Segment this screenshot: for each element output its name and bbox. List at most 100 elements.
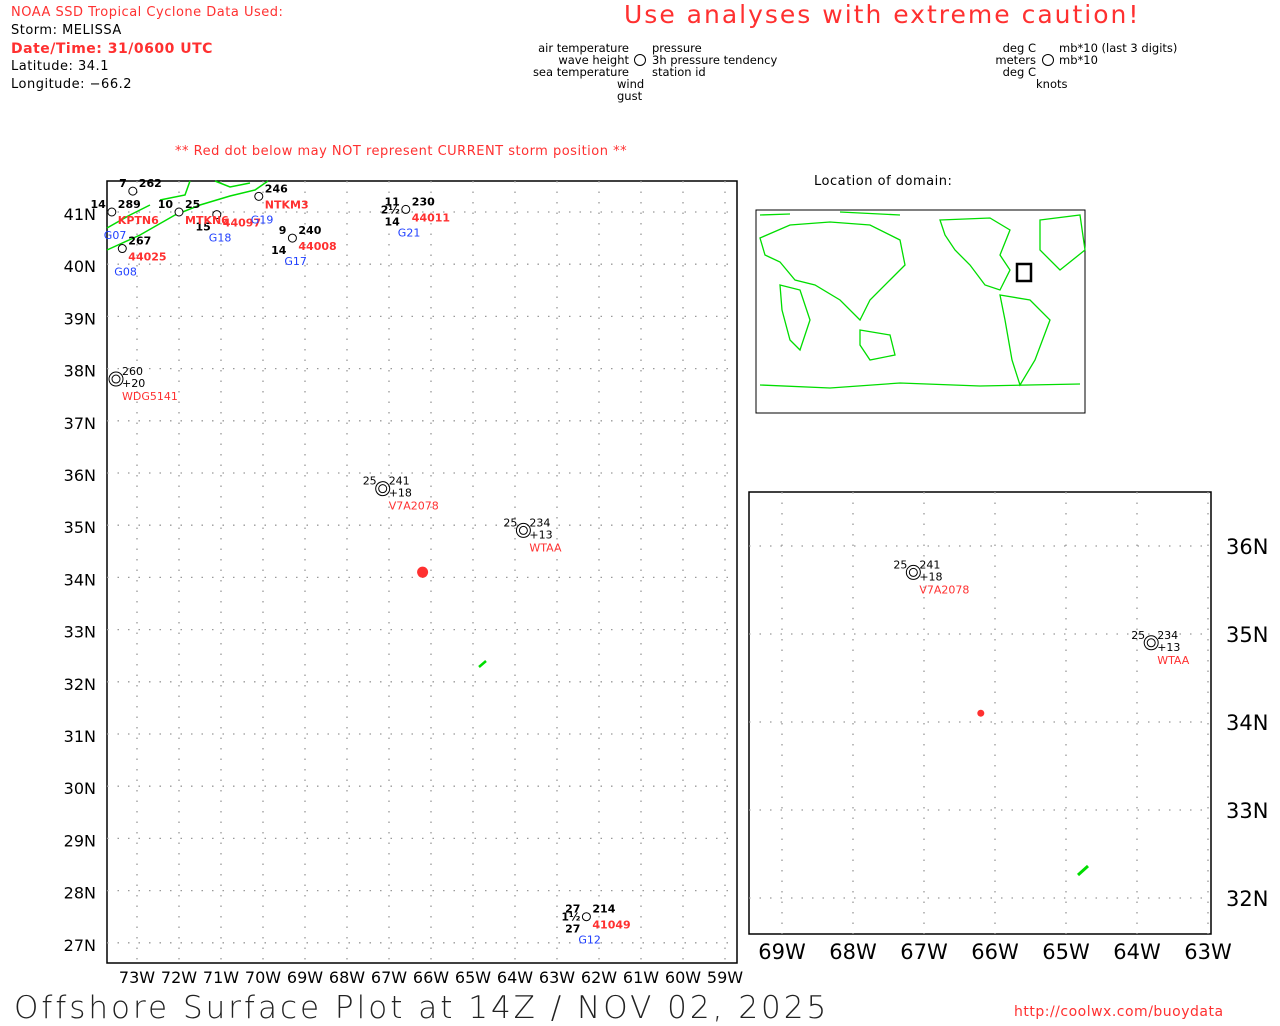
- lat-tick-label: 40N: [64, 257, 96, 276]
- pressure: 289: [118, 198, 141, 211]
- air-temperature: 25: [503, 516, 517, 529]
- pressure-tendency: +13: [1157, 641, 1180, 654]
- lat-tick-label: 31N: [64, 727, 96, 746]
- lon-tick-label: 68W: [329, 968, 365, 987]
- air-temperature: 25: [363, 475, 377, 488]
- lat-tick-label: 32N: [64, 675, 96, 694]
- station-id: V7A2078: [919, 583, 969, 596]
- lon-tick-label: 62W: [581, 968, 617, 987]
- station-id: MTKN6: [185, 214, 229, 227]
- station-id: WDG5141: [122, 390, 178, 403]
- lat-tick-label: 39N: [64, 309, 96, 328]
- lat-tick-label: 27N: [64, 936, 96, 955]
- lon-tick-label: 59W: [707, 968, 743, 987]
- pressure-tendency: +18: [919, 570, 942, 583]
- lat-tick-label: 35N: [64, 518, 96, 537]
- lon-tick-label: 70W: [245, 968, 281, 987]
- pressure: 25: [185, 198, 200, 211]
- pressure: 267: [128, 235, 151, 248]
- station-id: 44025: [128, 251, 166, 264]
- station-id: WTAA: [529, 541, 562, 554]
- pressure: 214: [592, 903, 615, 916]
- air-temperature: 14: [90, 198, 106, 211]
- storm-position-dot: [977, 709, 985, 717]
- buoy-id: G17: [284, 255, 307, 268]
- lon-tick-label: 67W: [900, 940, 948, 964]
- lon-tick-label: 67W: [371, 968, 407, 987]
- air-temperature: 7: [119, 177, 127, 190]
- lat-tick-label: 36N: [64, 466, 96, 485]
- lat-tick-label: 33N: [1226, 799, 1268, 823]
- lat-tick-label: 36N: [1226, 535, 1268, 559]
- lon-tick-label: 66W: [413, 968, 449, 987]
- buoy-id: G08: [114, 266, 137, 279]
- lon-tick-label: 68W: [829, 940, 877, 964]
- lon-tick-label: 65W: [1042, 940, 1090, 964]
- station-circle-icon: [111, 374, 121, 384]
- station-circle-icon: [378, 484, 388, 494]
- lat-tick-label: 38N: [64, 362, 96, 381]
- lon-tick-label: 65W: [455, 968, 491, 987]
- station-circle-icon: [1146, 638, 1156, 648]
- buoy-id: G19: [251, 213, 274, 226]
- main-map: 41N40N39N38N37N36N35N34N33N32N31N30N29N2…: [64, 177, 744, 987]
- lat-tick-label: 35N: [1226, 623, 1268, 647]
- lat-tick-label: 30N: [64, 779, 96, 798]
- station-circle-icon: [117, 244, 127, 254]
- pressure-tendency: +13: [529, 528, 552, 541]
- buoy-id: G21: [398, 226, 421, 239]
- buoy-id: G12: [578, 934, 601, 947]
- zoom-map: 36N35N34N33N32N69W 68W 67W 66W 65W 64W 63W25 24…: [748, 491, 1268, 964]
- plot-title: Offshore Surface Plot at 14Z / NOV 02, 2…: [14, 990, 830, 1026]
- pressure: 246: [265, 182, 288, 195]
- buoy-id: G18: [209, 232, 232, 245]
- station-circle-icon: [401, 204, 411, 214]
- lat-tick-label: 37N: [64, 414, 96, 433]
- storm-position-dot: [417, 566, 429, 578]
- source-url[interactable]: http://coolwx.com/buoydata: [1014, 1004, 1224, 1020]
- pressure: 240: [298, 224, 321, 237]
- lon-tick-label: 69W: [287, 968, 323, 987]
- world-map-frame: [755, 209, 1086, 414]
- lon-tick-label: 63W: [1184, 940, 1232, 964]
- station-circle-icon: [107, 207, 117, 217]
- lon-tick-label: 66W: [971, 940, 1019, 964]
- station-circle-icon: [254, 191, 264, 201]
- station-id: KPTN6: [118, 214, 159, 227]
- pressure-tendency: +20: [122, 377, 145, 390]
- lat-tick-label: 33N: [64, 623, 96, 642]
- pressure-tendency: +18: [389, 487, 412, 500]
- station-circle-icon: [518, 525, 528, 535]
- air-temperature: 9: [279, 224, 287, 237]
- world-locator-map: [755, 209, 1086, 414]
- lat-tick-label: 34N: [64, 570, 96, 589]
- lon-tick-label: 72W: [161, 968, 197, 987]
- buoy-id: G07: [104, 229, 127, 242]
- lat-tick-label: 28N: [64, 884, 96, 903]
- station-circle-icon: [581, 912, 591, 922]
- lon-tick-label: 61W: [623, 968, 659, 987]
- station-id: V7A2078: [389, 500, 439, 513]
- lon-tick-label: 63W: [539, 968, 575, 987]
- station-id: WTAA: [1157, 654, 1190, 667]
- station-circle-icon: [287, 233, 297, 243]
- lat-tick-label: 34N: [1226, 711, 1268, 735]
- lon-tick-label: 73W: [119, 968, 155, 987]
- lat-tick-label: 32N: [1226, 887, 1268, 911]
- air-temperature: 25: [1131, 629, 1145, 642]
- lon-tick-label: 60W: [665, 968, 701, 987]
- map-canvas: 41N40N39N38N37N36N35N34N33N32N31N30N29N2…: [64, 177, 1269, 987]
- pressure: 262: [139, 177, 162, 190]
- air-temperature: 10: [158, 198, 174, 211]
- lon-tick-label: 69W: [758, 940, 806, 964]
- station-circle-icon: [174, 207, 184, 217]
- station-circle-icon: [908, 567, 918, 577]
- lon-tick-label: 71W: [203, 968, 239, 987]
- pressure: 230: [412, 195, 435, 208]
- station-id: 44008: [298, 240, 336, 253]
- lon-tick-label: 64W: [497, 968, 533, 987]
- lat-tick-label: 29N: [64, 831, 96, 850]
- air-temperature: 25: [893, 558, 907, 571]
- station-id: NTKM3: [265, 198, 309, 211]
- lon-tick-label: 64W: [1113, 940, 1161, 964]
